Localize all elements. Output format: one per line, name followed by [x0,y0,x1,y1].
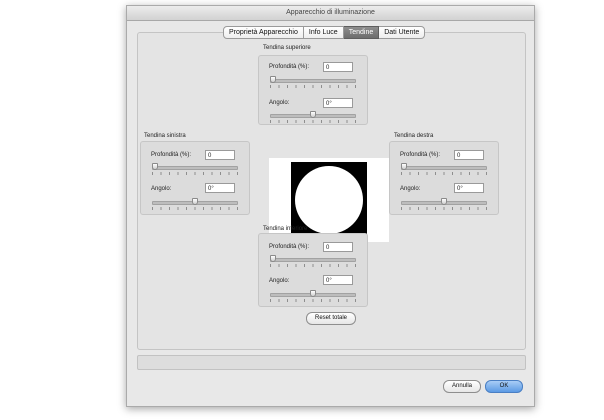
slider-thumb[interactable] [192,198,198,205]
top-depth-label: Profondità (%): [269,64,310,70]
top-angle-slider[interactable] [270,111,356,123]
right-shutter-group: Profondità (%): 0 Angolo: 0° [389,141,499,215]
slider-thumb[interactable] [270,255,276,262]
top-shutter-group: Profondità (%): 0 Angolo: 0° [258,55,368,125]
left-depth-slider[interactable] [152,163,238,175]
bottom-angle-slider[interactable] [270,290,356,302]
right-depth-slider[interactable] [401,163,487,175]
right-depth-field[interactable]: 0 [454,150,484,160]
left-depth-field[interactable]: 0 [205,150,235,160]
beam-circle [295,166,363,234]
top-depth-slider[interactable] [270,76,356,88]
window-title: Apparecchio di illuminazione [127,6,534,21]
left-angle-label: Angolo: [151,186,172,192]
top-angle-label: Angolo: [269,100,290,106]
ok-button[interactable]: OK [485,380,523,393]
bottom-depth-slider[interactable] [270,255,356,267]
right-shutter-title: Tendina destra [394,133,434,139]
right-angle-slider[interactable] [401,198,487,210]
tab-proprieta-apparecchio[interactable]: Proprietà Apparecchio [223,26,304,39]
left-shutter-group: Profondità (%): 0 Angolo: 0° [140,141,250,215]
reset-button[interactable]: Reset totale [306,312,356,325]
left-shutter-title: Tendina sinistra [144,133,186,139]
bottom-depth-field[interactable]: 0 [323,242,353,252]
left-depth-label: Profondità (%): [151,152,192,158]
tab-tendine[interactable]: Tendine [343,26,380,39]
fixture-dialog: Apparecchio di illuminazione Proprietà A… [126,5,535,407]
right-angle-label: Angolo: [400,186,421,192]
slider-thumb[interactable] [401,163,407,170]
tab-bar: Proprietà Apparecchio Info Luce Tendine … [223,26,426,39]
bottom-shutter-group: Profondità (%): 0 Angolo: 0° [258,233,368,307]
tab-panel: Tendina superiore Profondità (%): 0 Ango… [137,32,526,350]
top-depth-field[interactable]: 0 [323,62,353,72]
slider-thumb[interactable] [441,198,447,205]
bottom-depth-label: Profondità (%): [269,244,310,250]
bottom-angle-field[interactable]: 0° [323,275,353,285]
bottom-angle-label: Angolo: [269,278,290,284]
status-bar [137,355,526,370]
left-angle-slider[interactable] [152,198,238,210]
slider-thumb[interactable] [270,76,276,83]
tab-info-luce[interactable]: Info Luce [303,26,344,39]
right-angle-field[interactable]: 0° [454,183,484,193]
slider-thumb[interactable] [310,111,316,118]
slider-thumb[interactable] [152,163,158,170]
right-depth-label: Profondità (%): [400,152,441,158]
bottom-shutter-title: Tendina inferiore [263,226,308,232]
top-angle-field[interactable]: 0° [323,98,353,108]
cancel-button[interactable]: Annulla [443,380,481,393]
top-shutter-title: Tendina superiore [263,45,311,51]
left-angle-field[interactable]: 0° [205,183,235,193]
tab-dati-utente[interactable]: Dati Utente [379,26,426,39]
slider-thumb[interactable] [310,290,316,297]
